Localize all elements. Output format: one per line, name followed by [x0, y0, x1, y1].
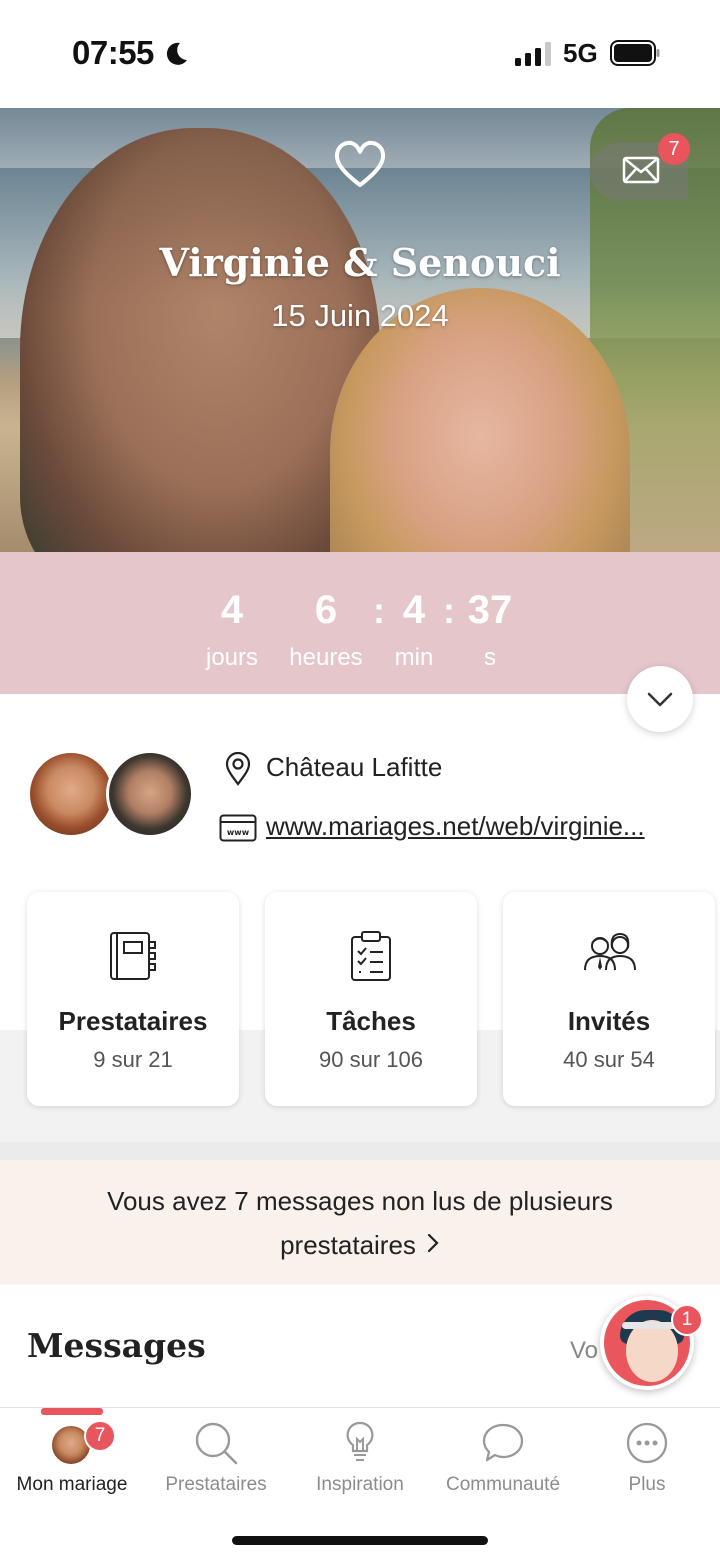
countdown-seconds: 37	[467, 588, 513, 632]
tab-label: Mon mariage	[16, 1474, 128, 1495]
tasks-card[interactable]: Tâches 90 sur 106	[265, 892, 477, 1106]
home-indicator[interactable]	[232, 1536, 488, 1545]
tab-communaute[interactable]: Communauté	[431, 1420, 575, 1510]
wedding-website-link[interactable]: www.mariages.net/web/virginie...	[266, 811, 690, 842]
assistant-badge: 1	[671, 1304, 703, 1336]
location-pin-icon	[225, 752, 251, 786]
clipboard-checklist-icon	[351, 931, 391, 981]
tab-inspiration[interactable]: Inspiration	[288, 1420, 432, 1510]
partner-avatar-2[interactable]	[106, 750, 194, 838]
tab-label: Communauté	[445, 1474, 561, 1495]
partner-avatar-1[interactable]	[27, 750, 115, 838]
status-bar: 07:55 5G	[0, 0, 720, 108]
wedding-date: 15 Juin 2024	[271, 298, 449, 333]
tasks-card-title: Tâches	[326, 1006, 416, 1036]
chevron-down-icon	[647, 692, 673, 707]
vendors-card-title: Prestataires	[58, 1006, 208, 1036]
tab-prestataires[interactable]: Prestataires	[144, 1420, 288, 1510]
tab-label: Prestataires	[165, 1474, 267, 1495]
divider	[0, 1142, 720, 1160]
countdown-days-label: jours	[205, 644, 259, 671]
network-type: 5G	[563, 38, 598, 68]
vendors-card-count: 9 sur 21	[93, 1047, 173, 1072]
mail-badge: 7	[658, 133, 690, 165]
guests-card-count: 40 sur 54	[563, 1047, 655, 1072]
guests-icon	[584, 932, 636, 971]
unread-messages-banner[interactable]: Vous avez 7 messages non lus de plusieur…	[0, 1160, 720, 1285]
tab-label: Inspiration	[316, 1474, 404, 1495]
couple-names: Virginie & Senouci	[159, 240, 561, 285]
heart-icon	[334, 140, 386, 187]
see-all-messages-link[interactable]: Vo	[570, 1337, 598, 1365]
guests-card-title: Invités	[567, 1006, 651, 1036]
battery-icon	[610, 40, 660, 66]
tasks-card-count: 90 sur 106	[319, 1047, 423, 1072]
svg-text:www: www	[227, 828, 250, 837]
notebook-icon	[110, 932, 156, 980]
banner-text-line2: prestataires	[280, 1230, 416, 1260]
messages-title: Messages	[27, 1326, 206, 1365]
countdown-minutes: 4	[402, 588, 426, 632]
countdown-hours-label: heures	[289, 644, 363, 671]
search-icon	[195, 1422, 238, 1465]
countdown-hours: 6	[314, 588, 338, 632]
website-icon: www	[219, 814, 257, 842]
lightbulb-icon	[346, 1421, 374, 1461]
tab-label: Plus	[628, 1474, 666, 1495]
moon-icon	[166, 42, 187, 65]
venue-name: Château Lafitte	[266, 752, 443, 782]
status-time: 07:55	[72, 34, 154, 71]
envelope-icon	[622, 156, 660, 184]
chat-bubble-icon	[482, 1423, 524, 1462]
tab-plus[interactable]: Plus	[575, 1420, 719, 1510]
countdown: 4 jours 6 heures : 4 min : 37 s	[0, 552, 720, 694]
chevron-right-icon	[427, 1233, 439, 1253]
active-tab-indicator	[41, 1408, 103, 1415]
countdown-seconds-label: s	[484, 644, 496, 671]
banner-text-line1: Vous avez 7 messages non lus de plusieur…	[107, 1186, 613, 1216]
signal-icon	[515, 42, 551, 66]
tab-badge: 7	[84, 1420, 116, 1452]
more-icon	[626, 1422, 668, 1464]
guests-card[interactable]: Invités 40 sur 54	[503, 892, 715, 1106]
countdown-days: 4	[220, 588, 244, 632]
countdown-minutes-label: min	[394, 644, 434, 671]
expand-button[interactable]	[627, 666, 693, 732]
countdown-separator: :	[443, 590, 455, 631]
vendors-card[interactable]: Prestataires 9 sur 21	[27, 892, 239, 1106]
